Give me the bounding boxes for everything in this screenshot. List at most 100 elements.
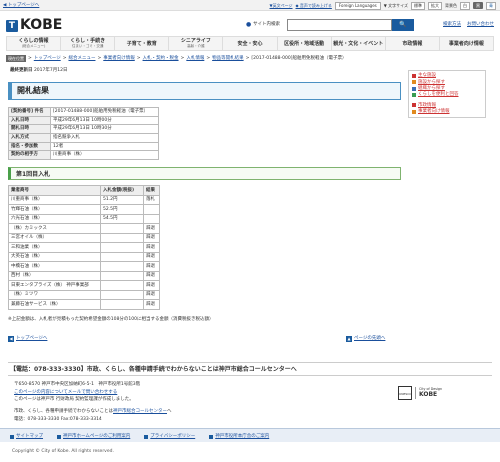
footer-link-sitemap[interactable]: サイトマップ (10, 432, 43, 442)
main-content: 開札結果 [契約番号] 件名 [2017-01488-000]船舶用免税軽油（電子… (8, 82, 401, 322)
table-row: 中橋石油（株） 辞退 (8, 261, 160, 272)
contrast-white-button[interactable]: 白 (460, 1, 470, 10)
text-size-label: ▼ 文字サイズ (383, 3, 408, 8)
table-row: 三和油業（株） 辞退 (8, 242, 160, 253)
table-row: （株）カミックス 辞退 (8, 223, 160, 234)
footer-link-privacy[interactable]: プライバシーポリシー (144, 432, 195, 442)
table-row: 兼藤石油サービス（株） 辞退 (8, 299, 160, 310)
sidebar-item[interactable]: 事業者向け情報 (412, 108, 482, 114)
nav-senior[interactable]: シニアライフ 高齢・介護 (169, 37, 224, 50)
table-row: 西村（株） 辞退 (8, 270, 160, 282)
unesco-icon: UNESCO (398, 386, 412, 400)
footer-address: 〒650-8570 神戸市中央区加納町6-5-1 神戸市役所1号館3階 (14, 382, 141, 387)
table-row: 日東エンタプライズ（株） 神戸事業部 辞退 (8, 280, 160, 291)
square-icon (144, 435, 149, 439)
contrast-blue-button[interactable]: 青 (486, 1, 496, 10)
table-row: 入札方式 指名競争入札 (8, 133, 159, 143)
breadcrumb-item[interactable]: 入札情報 (186, 56, 204, 62)
nav-tourism[interactable]: 観光・文化・イベント (332, 37, 386, 50)
table-row: 竹輝石油（株） 52.5円 (8, 204, 160, 215)
breadcrumb: 現在位置 > トップページ > 総合メニュー > 事業者向け情報 > 入札・契約… (6, 55, 347, 62)
square-icon (412, 103, 416, 108)
contrast-black-button[interactable]: 黒 (473, 2, 483, 9)
search-input[interactable] (287, 19, 392, 31)
search-icon: ● (246, 21, 252, 28)
square-icon (412, 109, 416, 114)
contract-info-table: [契約番号] 件名 [2017-01488-000]船舶用免税軽油（電子票） 入札… (8, 107, 159, 161)
callcenter-link[interactable]: 神戸市総合コールセンター (113, 409, 167, 414)
table-row: 六光石油（株） 54.5円 (8, 213, 160, 225)
breadcrumb-item[interactable]: トップページ (34, 56, 61, 62)
arrow-up-icon: ▲ (346, 336, 352, 342)
contact-link[interactable]: お問い合わせ (467, 22, 494, 28)
footer-link-guide[interactable]: 神戸市ホームページのご利用案内 (57, 432, 130, 442)
bid-results-table: 業者商号 入札金額(税抜) 結果 川重商事（株） 51.2円 落札 竹輝石油（株） 5… (8, 185, 160, 310)
utility-bar: ◀ トップページへ ▼英文ページ ◆ 音声で読み上げる Foreign Lang… (0, 0, 500, 11)
nav-living-info[interactable]: くらしの情報 (総合メニュー) (7, 37, 62, 50)
utility-controls: ▼英文ページ ◆ 音声で読み上げる Foreign Languages ▼ 文字… (270, 1, 496, 10)
copyright: Copyright © City of Kobe. All rights res… (12, 449, 114, 454)
search-howto-link[interactable]: 検索方法 (443, 22, 461, 28)
callcenter-banner: 【電話：078-333-3330】市政、くらし、各種申請手続でわからないことは神… (8, 362, 492, 376)
header-links: 検索方法 お問い合わせ (443, 22, 494, 28)
footer-link-cityhall[interactable]: 神戸市役所本庁舎のご案内 (209, 432, 269, 442)
breadcrumb-item[interactable]: 入札・契約・税金 (143, 56, 179, 62)
last-updated: 最終更新日 2017年7月12日 (10, 68, 68, 73)
square-icon (10, 435, 14, 439)
nav-safety[interactable]: 安全・安心 (223, 37, 278, 50)
foreign-languages-button[interactable]: Foreign Languages (334, 1, 381, 10)
table-row: 三宮オイル（株） 辞退 (8, 232, 160, 244)
sidebar: 主な施設 施設から探す 組織から探す くらしを便利と回答 市政情報 事業者向け情… (408, 70, 486, 118)
search-label: サイト内検索 (253, 22, 280, 27)
nav-procedures[interactable]: くらし・手続き 住まい・ゴミ・交通 (61, 37, 116, 50)
page-top-pager[interactable]: ▲ ページの先頭へ (346, 336, 385, 342)
back-to-top-pager[interactable]: ◀ トップページへ (8, 336, 47, 342)
size-standard-button[interactable]: 標準 (411, 1, 425, 10)
current-location-badge: 現在位置 (6, 55, 26, 62)
square-icon (412, 80, 416, 85)
nav-city-info[interactable]: 市政情報 (386, 37, 440, 50)
back-to-top-link[interactable]: ◀ トップページへ (3, 3, 39, 9)
mail-inquiry-link[interactable]: このページの内容についてメールで問い合わせする (14, 390, 117, 395)
logo-text: KOBE (20, 17, 63, 33)
global-nav: くらしの情報 (総合メニュー) くらし・手続き 住まい・ゴミ・交通 子育て・教育 シ… (6, 36, 494, 51)
table-row: 大英石油（株） 辞退 (8, 251, 160, 263)
kobe-mark-icon: T (6, 19, 18, 32)
table-row: （株）ミツワ 辞退 (8, 289, 160, 301)
city-of-design-logo: UNESCO City of Design KOBE (398, 386, 443, 400)
search-button[interactable]: 🔍 (392, 19, 414, 31)
nav-business[interactable]: 事業者向け情報 (440, 37, 493, 50)
table-row: [契約番号] 件名 [2017-01488-000]船舶用免税軽油（電子票） (8, 107, 159, 117)
square-icon (209, 435, 214, 439)
breadcrumb-current: [2017-01488-000]船舶用免税軽油（電子票） (251, 55, 347, 61)
contrast-label: 背景色 (445, 3, 457, 8)
square-icon (412, 86, 416, 91)
breadcrumb-item[interactable]: 物品等開札結果 (212, 56, 244, 62)
table-row: 開札日時 平成29年6月13日 10時30分 (8, 124, 159, 135)
table-row: 川重商事（株） 51.2円 落札 (8, 194, 160, 206)
table-header-row: 業者商号 入札金額(税抜) 結果 (8, 185, 160, 196)
sidebar-item[interactable]: くらしを便利と回答 (412, 92, 482, 98)
square-icon (412, 93, 416, 98)
site-search: ● サイト内検索 🔍 (246, 19, 414, 31)
footer-dept: このページは神戸市 行財政局 契約監理課が作成しました。 (14, 397, 134, 403)
round-heading: 第1回目入札 (8, 167, 401, 181)
square-icon (57, 435, 61, 439)
site-logo[interactable]: T KOBE (6, 17, 62, 35)
footer-info: 〒650-8570 神戸市中央区加納町6-5-1 神戸市役所1号館3階 このペー… (14, 381, 394, 423)
footer-nav: サイトマップ 神戸市ホームページのご利用案内 プライバシーポリシー 神戸市役所本… (0, 428, 500, 442)
square-icon (412, 74, 416, 79)
breadcrumb-item[interactable]: 総合メニュー (68, 56, 95, 62)
footer-phone: 電話：078-333-3330 Fax:078-333-3314 (14, 416, 102, 422)
size-large-button[interactable]: 拡大 (428, 1, 442, 10)
nav-ward-office[interactable]: 区役所・地域活動 (278, 37, 332, 50)
price-note: ※上記金額は、入札者が見積もった契約希望金額の108分の100に相当する金額（消… (8, 316, 214, 322)
nav-childcare[interactable]: 子育て・教育 (115, 37, 170, 50)
arrow-left-icon: ◀ (8, 336, 14, 342)
read-aloud-link[interactable]: ◆ 音声で読み上げる (296, 3, 332, 8)
table-row: 契約の相手方 川重商事（株） (8, 150, 159, 161)
breadcrumb-item[interactable]: 事業者向け情報 (103, 56, 135, 62)
english-link[interactable]: ▼英文ページ (270, 3, 293, 8)
page-title: 開札結果 (8, 82, 401, 100)
table-row: 入札日時 平成29年6月13日 10時00分 (8, 115, 159, 126)
